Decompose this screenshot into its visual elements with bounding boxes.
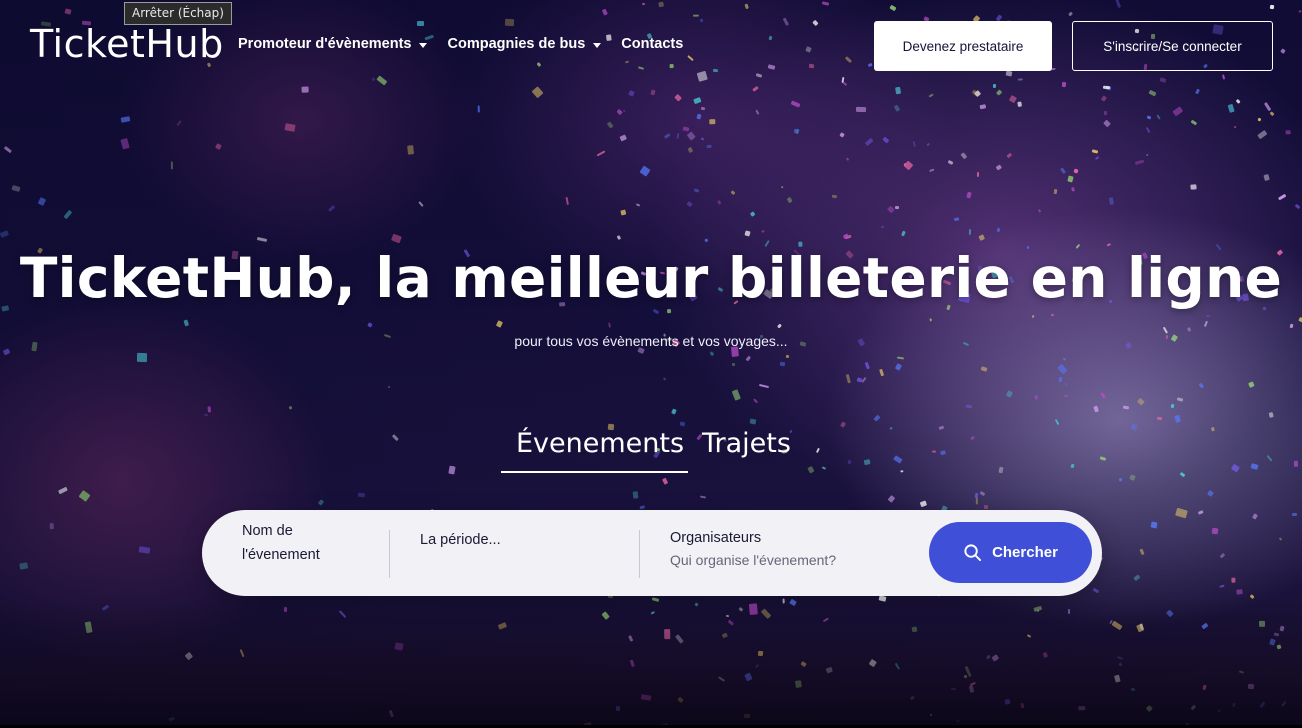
organizers-input[interactable]: Qui organise l'évenement? <box>670 552 836 568</box>
hero-subtitle: pour tous vos évènements et vos voyages.… <box>514 333 788 349</box>
tab-events[interactable]: Évenements <box>501 428 688 473</box>
field-divider <box>639 530 640 578</box>
event-name-field[interactable]: Nom de l'évenement <box>242 519 372 605</box>
site-logo[interactable]: TicketHub <box>30 22 224 66</box>
nav-item-event-promoter[interactable]: Promoteur d'évènements <box>238 36 428 52</box>
nav-item-label: Promoteur d'évènements <box>238 36 412 52</box>
organizers-field[interactable]: Organisateurs Qui organise l'évenement? <box>670 530 836 616</box>
chevron-down-icon <box>419 42 428 48</box>
field-divider <box>389 530 390 578</box>
main-nav: Promoteur d'évènements Compagnies de bus… <box>238 36 683 52</box>
nav-item-label: Compagnies de bus <box>447 36 586 52</box>
stop-tooltip: Arrêter (Échap) <box>124 2 232 25</box>
period-field[interactable]: La période... <box>420 532 501 618</box>
search-icon <box>964 544 982 562</box>
crowd-silhouette <box>0 598 1302 728</box>
search-tabs: Évenements Trajets <box>501 428 806 473</box>
nav-item-label: Contacts <box>621 36 684 52</box>
nav-item-contacts[interactable]: Contacts <box>621 36 683 52</box>
search-button[interactable]: Chercher <box>929 522 1092 583</box>
chevron-down-icon <box>593 42 602 48</box>
signup-login-button[interactable]: S'inscrire/Se connecter <box>1072 21 1273 71</box>
tab-trips[interactable]: Trajets <box>688 428 806 473</box>
nav-item-bus-companies[interactable]: Compagnies de bus <box>447 36 602 52</box>
search-button-label: Chercher <box>992 544 1058 561</box>
become-provider-button[interactable]: Devenez prestataire <box>874 21 1052 71</box>
search-bar: Nom de l'évenement La période... Organis… <box>202 510 1102 596</box>
organizers-label: Organisateurs <box>670 530 762 546</box>
hero-title: TicketHub, la meilleur billeterie en lig… <box>19 246 1283 310</box>
